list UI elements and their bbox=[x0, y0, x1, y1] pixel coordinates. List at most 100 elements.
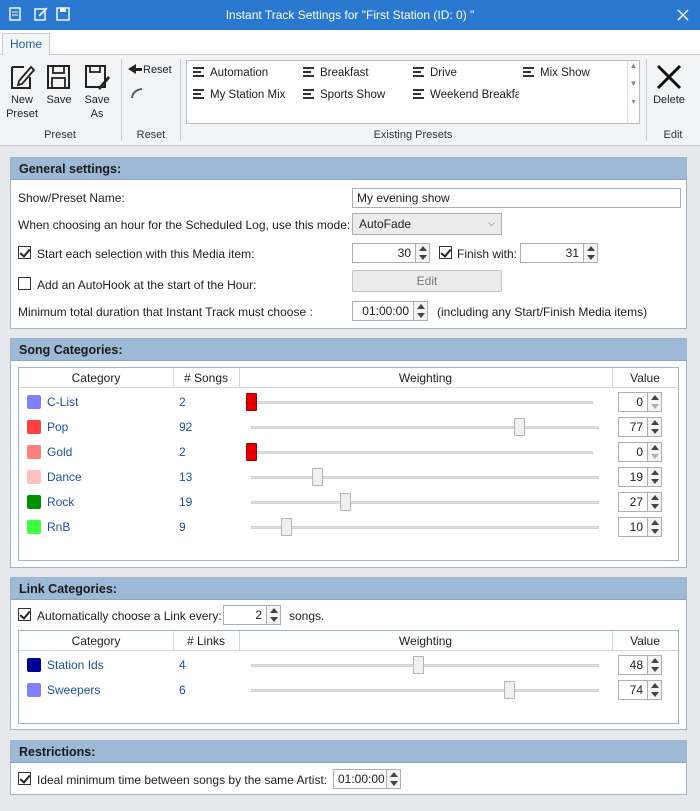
tab-home[interactable]: Home bbox=[2, 33, 50, 56]
min-duration-spinner[interactable] bbox=[414, 301, 428, 321]
category-color-swatch[interactable] bbox=[27, 395, 41, 409]
weight-value-input[interactable]: 19 bbox=[618, 467, 648, 487]
table-row: Sweepers 6 74 bbox=[19, 678, 678, 703]
preset-item[interactable]: Breakfast bbox=[303, 67, 407, 79]
preset-item[interactable]: Weekend Breakfast bbox=[413, 89, 519, 101]
song-categories-grid: Category # Songs Weighting Value C-List 2… bbox=[18, 367, 679, 561]
show-name-input[interactable]: My evening show bbox=[352, 188, 681, 208]
delete-label: Delete bbox=[653, 94, 685, 106]
preset-item[interactable]: Sports Show bbox=[303, 89, 407, 101]
weight-value-input[interactable]: 0 bbox=[618, 442, 648, 462]
close-icon[interactable] bbox=[676, 8, 690, 22]
weighting-slider-track[interactable] bbox=[251, 476, 599, 479]
weighting-slider-track[interactable] bbox=[251, 689, 599, 692]
weighting-slider-track[interactable] bbox=[251, 501, 599, 504]
weighting-slider-thumb[interactable] bbox=[340, 493, 351, 511]
weighting-slider-thumb[interactable] bbox=[281, 518, 292, 536]
arrow-left-icon bbox=[128, 64, 136, 74]
table-row: Gold 2 0 bbox=[19, 440, 678, 465]
autohook-edit-button[interactable]: Edit bbox=[352, 270, 502, 292]
artist-separation-label: Ideal minimum time between songs by the … bbox=[37, 773, 328, 787]
delete-button[interactable]: Delete bbox=[650, 63, 688, 107]
weight-value-spinner[interactable] bbox=[648, 467, 662, 487]
weight-value-input[interactable]: 0 bbox=[618, 392, 648, 412]
category-color-swatch[interactable] bbox=[27, 683, 41, 697]
weight-value-spinner[interactable] bbox=[648, 417, 662, 437]
song-categories-panel: Song Categories: Category # Songs Weight… bbox=[10, 338, 687, 568]
col-value: Value bbox=[612, 631, 678, 651]
weighting-slider-thumb[interactable] bbox=[504, 681, 515, 699]
category-name: Sweepers bbox=[47, 683, 101, 697]
min-duration-label: Minimum total duration that Instant Trac… bbox=[18, 305, 313, 319]
title-bar: Instant Track Settings for "First Statio… bbox=[0, 0, 700, 30]
weighting-slider-track[interactable] bbox=[245, 401, 593, 404]
preset-item[interactable]: Mix Show bbox=[523, 67, 627, 79]
weight-value-spinner[interactable] bbox=[648, 680, 662, 700]
weighting-slider-track[interactable] bbox=[251, 664, 599, 667]
weight-value-spinner[interactable] bbox=[648, 442, 662, 462]
general-settings-panel: General settings: Show/Preset Name: My e… bbox=[10, 157, 687, 329]
presets-scrollbar[interactable]: ▲ ▼ ▾ bbox=[627, 61, 639, 123]
category-color-swatch[interactable] bbox=[27, 658, 41, 672]
restrictions-panel: Restrictions: Ideal minimum time between… bbox=[10, 740, 687, 795]
autohook-checkbox[interactable] bbox=[18, 277, 31, 290]
weighting-slider-thumb[interactable] bbox=[246, 443, 257, 461]
artist-separation-checkbox[interactable] bbox=[18, 772, 31, 785]
save-as-label: Save As bbox=[84, 94, 110, 120]
table-row: C-List 2 0 bbox=[19, 390, 678, 415]
weight-value-spinner[interactable] bbox=[648, 655, 662, 675]
artist-separation-input[interactable]: 01:00:00 bbox=[333, 769, 387, 789]
reset-button[interactable]: Reset bbox=[128, 63, 172, 77]
table-row: Dance 13 19 bbox=[19, 465, 678, 490]
weight-value-input[interactable]: 77 bbox=[618, 417, 648, 437]
preset-item[interactable]: My Station Mix bbox=[193, 89, 297, 101]
category-color-swatch[interactable] bbox=[27, 495, 41, 509]
save-button[interactable]: Save bbox=[44, 63, 74, 107]
start-media-spinner[interactable] bbox=[416, 243, 430, 263]
start-media-checkbox[interactable] bbox=[18, 246, 31, 259]
finish-checkbox[interactable] bbox=[439, 246, 452, 259]
weighting-slider-track[interactable] bbox=[245, 451, 593, 454]
start-media-input[interactable]: 30 bbox=[352, 243, 416, 263]
category-color-swatch[interactable] bbox=[27, 445, 41, 459]
weighting-slider-track[interactable] bbox=[251, 426, 599, 429]
weighting-slider-thumb[interactable] bbox=[514, 418, 525, 436]
preset-item[interactable]: Automation bbox=[193, 67, 297, 79]
min-duration-note: (including any Start/Finish Media items) bbox=[437, 305, 648, 319]
table-row: Station Ids 4 48 bbox=[19, 653, 678, 678]
link-categories-grid: Category # Links Weighting Value Station… bbox=[18, 630, 679, 724]
group-existing-presets-label: Existing Presets bbox=[373, 129, 453, 141]
artist-separation-spinner[interactable] bbox=[387, 769, 401, 789]
new-preset-button[interactable]: New Preset bbox=[4, 63, 40, 121]
weight-value-input[interactable]: 27 bbox=[618, 492, 648, 512]
preset-icon bbox=[413, 89, 424, 99]
weight-value-spinner[interactable] bbox=[648, 492, 662, 512]
finish-input[interactable]: 31 bbox=[520, 243, 584, 263]
col-link-count: # Links bbox=[173, 631, 239, 651]
min-duration-input[interactable]: 01:00:00 bbox=[352, 301, 414, 321]
restrictions-header: Restrictions: bbox=[11, 741, 686, 763]
category-color-swatch[interactable] bbox=[27, 470, 41, 484]
preset-item[interactable]: Drive bbox=[413, 67, 517, 79]
save-as-button[interactable]: Save As bbox=[82, 63, 112, 121]
weighting-slider-thumb[interactable] bbox=[246, 393, 257, 411]
weighting-slider-thumb[interactable] bbox=[413, 656, 424, 674]
weighting-slider-thumb[interactable] bbox=[312, 468, 323, 486]
category-color-swatch[interactable] bbox=[27, 420, 41, 434]
log-mode-select[interactable]: AutoFade ⌵ bbox=[352, 213, 502, 235]
auto-link-input[interactable]: 2 bbox=[223, 605, 267, 625]
weight-value-spinner[interactable] bbox=[648, 517, 662, 537]
undo-icon[interactable] bbox=[130, 86, 144, 100]
finish-spinner[interactable] bbox=[584, 243, 598, 263]
category-color-swatch[interactable] bbox=[27, 520, 41, 534]
weight-value-input[interactable]: 10 bbox=[618, 517, 648, 537]
weighting-slider-track[interactable] bbox=[251, 526, 599, 529]
category-name: Rock bbox=[47, 495, 75, 509]
auto-link-spinner[interactable] bbox=[267, 605, 281, 625]
weight-value-spinner[interactable] bbox=[648, 392, 662, 412]
preset-icon bbox=[303, 67, 314, 77]
weight-value-input[interactable]: 48 bbox=[618, 655, 648, 675]
item-count: 9 bbox=[179, 520, 186, 534]
auto-link-checkbox[interactable] bbox=[18, 608, 31, 621]
weight-value-input[interactable]: 74 bbox=[618, 680, 648, 700]
